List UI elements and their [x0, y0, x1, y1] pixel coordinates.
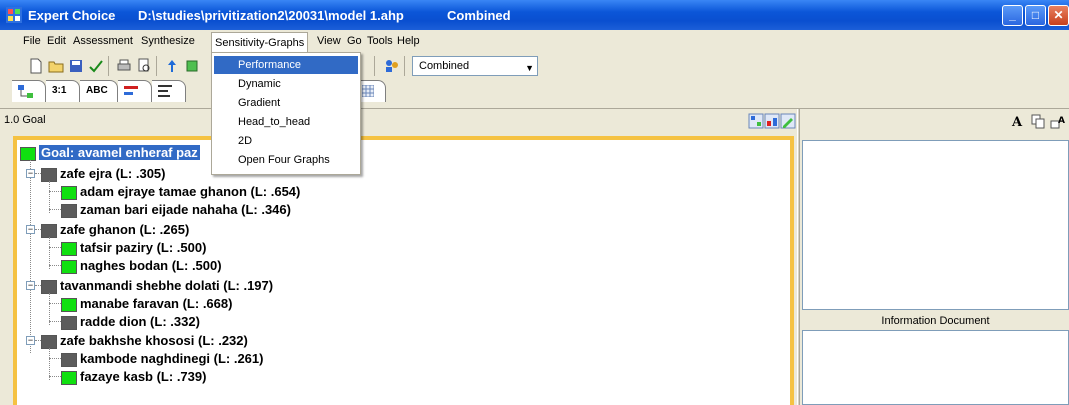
- main-toolbar: Combined ▼: [8, 53, 1069, 79]
- bars-icon: [124, 86, 138, 95]
- app-icon: [6, 7, 22, 23]
- expand-toggle[interactable]: −: [26, 281, 35, 290]
- menu-item-open-four-graphs[interactable]: Open Four Graphs: [214, 151, 358, 169]
- node-swatch: [61, 241, 77, 256]
- node-swatch: [61, 352, 77, 367]
- menu-item-gradient[interactable]: Gradient: [214, 94, 358, 112]
- menu-view[interactable]: View: [314, 35, 344, 47]
- font-icon[interactable]: A: [1010, 113, 1026, 129]
- menu-tools[interactable]: Tools: [364, 35, 396, 47]
- tree-node-subcriterion[interactable]: manabe faravan (L: .668): [61, 296, 232, 312]
- goal-header-label: 1.0 Goal: [4, 114, 46, 126]
- tree-pane-tools: [748, 111, 796, 131]
- node-swatch: [61, 259, 77, 274]
- node-swatch: [61, 185, 77, 200]
- node-swatch: [61, 297, 77, 312]
- participants-icon[interactable]: [384, 58, 400, 74]
- menu-edit[interactable]: Edit: [44, 35, 69, 47]
- info-pane-tools: A A: [1010, 111, 1069, 131]
- tab-bar-view[interactable]: [118, 80, 152, 102]
- tab-list-view[interactable]: [152, 80, 186, 102]
- insert-text-icon[interactable]: A: [1050, 113, 1066, 129]
- open-folder-icon[interactable]: [48, 58, 64, 74]
- chevron-down-icon: ▼: [525, 63, 534, 73]
- menu-help[interactable]: Help: [394, 35, 423, 47]
- node-color-icon[interactable]: [764, 113, 780, 129]
- tree-node-criterion[interactable]: zafe bakhshe khososi (L: .232): [41, 333, 248, 349]
- expand-toggle[interactable]: −: [26, 225, 35, 234]
- node-swatch: [20, 146, 36, 161]
- model-tree-pane: Goal: avamel enheraf paz − zafe ejra (L:…: [13, 136, 794, 405]
- node-swatch: [41, 223, 57, 238]
- tab-pairwise[interactable]: 3:1: [46, 80, 80, 102]
- node-swatch: [61, 370, 77, 385]
- tree-node-subcriterion[interactable]: kambode naghdinegi (L: .261): [61, 351, 263, 367]
- tree-node-subcriterion[interactable]: naghes bodan (L: .500): [61, 258, 222, 274]
- notes-pane[interactable]: [802, 140, 1069, 310]
- menu-item-head-to-head[interactable]: Head_to_head: [214, 113, 358, 131]
- tree-node-subcriterion[interactable]: zaman bari eijade nahaha (L: .346): [61, 202, 291, 218]
- check-icon[interactable]: [88, 58, 104, 74]
- menu-go[interactable]: Go: [344, 35, 365, 47]
- sensitivity-graphs-menu: Performance Dynamic Gradient Head_to_hea…: [211, 52, 361, 175]
- grid-icon: [361, 84, 375, 98]
- save-icon[interactable]: [68, 58, 84, 74]
- information-document-label: Information Document: [881, 315, 990, 327]
- mode-label: Combined: [447, 8, 511, 23]
- menu-synthesize[interactable]: Synthesize: [138, 35, 198, 47]
- node-swatch: [41, 167, 57, 182]
- tree-node-criterion[interactable]: tavanmandi shebhe dolati (L: .197): [41, 278, 273, 294]
- menu-file[interactable]: File: [20, 35, 44, 47]
- expand-toggle[interactable]: −: [26, 169, 35, 178]
- toolbar-divider: [0, 108, 1069, 109]
- tree-node-criterion[interactable]: zafe ejra (L: .305): [41, 166, 166, 182]
- menu-item-2d[interactable]: 2D: [214, 132, 358, 150]
- tree-node-subcriterion[interactable]: adam ejraye tamae ghanon (L: .654): [61, 184, 300, 200]
- node-swatch: [61, 315, 77, 330]
- new-file-icon[interactable]: [28, 58, 44, 74]
- close-button[interactable]: ✕: [1048, 5, 1069, 26]
- information-document-pane[interactable]: [802, 330, 1069, 405]
- tab-abc[interactable]: ABC: [80, 80, 118, 102]
- tree-node-subcriterion[interactable]: radde dion (L: .332): [61, 314, 200, 330]
- app-name: Expert Choice: [28, 8, 116, 23]
- menu-bar: File Edit Assessment Synthesize Sensitiv…: [10, 32, 1069, 53]
- copy-icon[interactable]: [1030, 113, 1046, 129]
- print-icon[interactable]: [116, 58, 132, 74]
- move-up-icon[interactable]: [164, 58, 180, 74]
- menu-assessment[interactable]: Assessment: [70, 35, 136, 47]
- menu-sensitivity-graphs[interactable]: Sensitivity-Graphs: [211, 32, 309, 53]
- svg-text:A: A: [1058, 116, 1065, 126]
- maximize-button[interactable]: □: [1025, 5, 1046, 26]
- tree-node-criterion[interactable]: zafe ghanon (L: .265): [41, 222, 189, 238]
- svg-text:A: A: [1011, 115, 1023, 129]
- file-path: D:\studies\privitization2\20031\model 1.…: [138, 8, 404, 23]
- expand-toggle[interactable]: −: [26, 336, 35, 345]
- tree-layout-icon[interactable]: [748, 113, 764, 129]
- combined-select[interactable]: Combined ▼: [412, 56, 538, 76]
- menu-item-dynamic[interactable]: Dynamic: [214, 75, 358, 93]
- tree-node-goal[interactable]: Goal: avamel enheraf paz: [20, 145, 200, 161]
- tab-tree-view[interactable]: [12, 80, 46, 102]
- minimize-button[interactable]: _: [1002, 5, 1023, 26]
- combined-select-value: Combined: [419, 60, 470, 72]
- tree-node-subcriterion[interactable]: fazaye kasb (L: .739): [61, 369, 206, 385]
- list-icon: [158, 85, 172, 97]
- print-preview-icon[interactable]: [136, 58, 152, 74]
- menu-item-performance[interactable]: Performance: [214, 56, 358, 74]
- title-bar: Expert Choice D:\studies\privitization2\…: [0, 0, 1069, 30]
- tree-view-icon: [18, 85, 33, 98]
- tree-node-subcriterion[interactable]: tafsir paziry (L: .500): [61, 240, 206, 256]
- edit-pane-icon[interactable]: [780, 113, 796, 129]
- node-swatch: [41, 334, 57, 349]
- node-swatch: [41, 279, 57, 294]
- node-swatch: [61, 203, 77, 218]
- insert-node-icon[interactable]: [184, 58, 200, 74]
- pane-splitter[interactable]: [797, 109, 800, 405]
